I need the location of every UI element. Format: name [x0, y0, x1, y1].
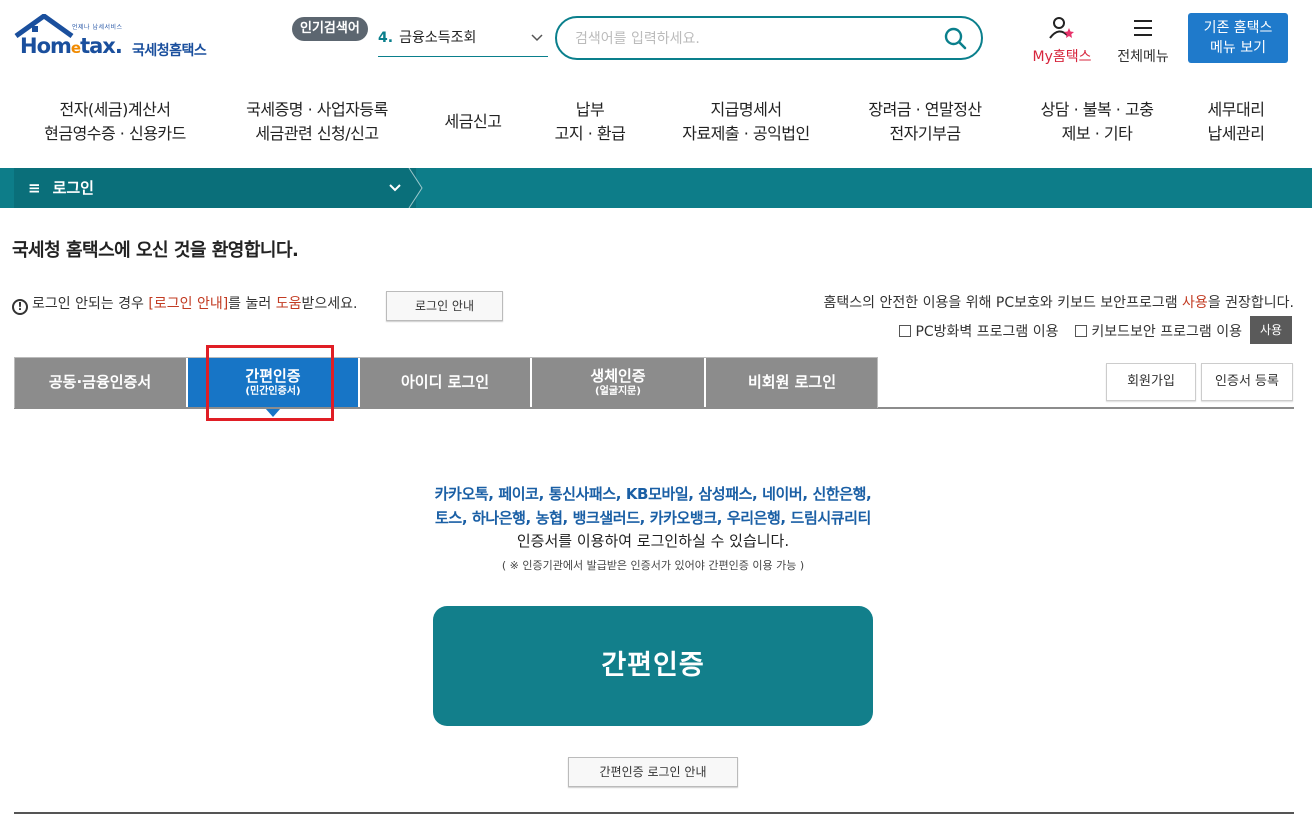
search-input[interactable] [575, 27, 925, 51]
popular-search-select[interactable]: 4. 금융소득조회 [378, 24, 548, 57]
chevron-down-icon [530, 24, 544, 63]
logo-brand: Hometax. [20, 34, 123, 58]
gnb-item-consulting[interactable]: 상담 · 불복 · 고충 제보 · 기타 [1024, 98, 1170, 146]
all-menu-button[interactable]: 전체메뉴 [1110, 16, 1176, 66]
gnb-item-payment[interactable]: 납부 고지 · 환급 [540, 98, 640, 146]
chevron-down-icon [388, 168, 402, 223]
simple-auth-button[interactable]: 간편인증 [433, 606, 873, 726]
popular-search-rank: 4. [378, 30, 394, 46]
annotation-highlight-box [206, 345, 334, 421]
logo-tagline: 언제나 납세서비스 [72, 24, 123, 31]
join-button[interactable]: 회원가입 [1106, 363, 1196, 401]
old-menu-button[interactable]: 기존 홈택스 메뉴 보기 [1188, 13, 1288, 63]
tab-id-login[interactable]: 아이디 로그인 [360, 357, 532, 408]
login-guide-link[interactable]: [로그인 안내] [148, 296, 228, 312]
top-header: 언제나 납세서비스 Hometax. 국세청홈택스 인기검색어 4. 금융소득조회… [0, 0, 1312, 80]
my-hometax-label: My홈택스 [1032, 49, 1092, 65]
exclamation-icon: ! [12, 299, 28, 315]
hamburger-icon [1134, 20, 1152, 36]
security-options: PC방화벽 프로그램 이용 키보드보안 프로그램 이용 [899, 321, 1242, 341]
use-security-button[interactable]: 사용 [1250, 316, 1292, 344]
tab-joint-certificate[interactable]: 공동·금융인증서 [14, 357, 188, 408]
keyboard-security-checkbox[interactable] [1075, 325, 1088, 337]
bottom-divider [14, 812, 1294, 814]
page-title: 국세청 홈택스에 오신 것을 환영합니다. [12, 240, 299, 261]
gnb-item-invoice[interactable]: 전자(세금)계산서 현금영수증 · 신용카드 [30, 98, 200, 146]
simple-auth-guide-button[interactable]: 간편인증 로그인 안내 [568, 757, 738, 787]
location-menu-label: 로그인 [52, 179, 94, 197]
user-star-icon [1049, 17, 1074, 39]
gnb-item-statement[interactable]: 지급명세서 자료제출 · 공익법인 [666, 98, 826, 146]
location-menu-dropdown[interactable]: ≡ 로그인 [14, 168, 416, 208]
firewall-checkbox[interactable] [899, 325, 912, 337]
login-guide-button[interactable]: 로그인 안내 [386, 291, 503, 321]
tab-biometric[interactable]: 생체인증 (얼굴지문) [532, 357, 706, 408]
firewall-label: PC방화벽 프로그램 이용 [915, 324, 1059, 340]
provider-list: 카카오톡, 페이코, 통신사패스, KB모바일, 삼성패스, 네이버, 신한은행… [434, 485, 872, 527]
all-menu-label: 전체메뉴 [1117, 49, 1169, 65]
login-description: 인증서를 이용하여 로그인하실 수 있습니다. [516, 532, 790, 550]
my-hometax-button[interactable]: My홈택스 [1026, 16, 1098, 66]
popular-search-term: 금융소득조회 [399, 30, 477, 46]
gnb-item-tax-filing[interactable]: 세금신고 [430, 110, 516, 134]
breadcrumb-arrow-icon [408, 168, 423, 208]
login-note: ( ※ 인증기관에서 발급받은 인증서가 있어야 간편인증 이용 가능 ) [501, 559, 805, 572]
popular-search-badge: 인기검색어 [292, 17, 368, 41]
gnb-item-certificate[interactable]: 국세증명 · 사업자등록 세금관련 신청/신고 [230, 98, 404, 146]
location-bar: ≡ 로그인 [0, 168, 1312, 208]
search-icon[interactable] [943, 26, 967, 50]
gnb-item-incentive[interactable]: 장려금 · 연말정산 전자기부금 [852, 98, 998, 146]
gnb-item-tax-agent[interactable]: 세무대리 납세관리 [1196, 98, 1276, 146]
logo-korean-name: 국세청홈택스 [132, 43, 207, 59]
login-notice: ! 로그인 안되는 경우 [로그인 안내]를 눌러 도움받으세요. [12, 293, 357, 315]
search-box [555, 16, 983, 60]
tab-guest-login[interactable]: 비회원 로그인 [706, 357, 878, 408]
cert-register-button[interactable]: 인증서 등록 [1201, 363, 1293, 401]
security-notice: 홈택스의 안전한 이용을 위해 PC보호와 키보드 보안프로그램 사용을 권장합… [823, 295, 1294, 311]
hometax-logo[interactable]: 언제나 납세서비스 Hometax. 국세청홈택스 [14, 14, 234, 66]
keyboard-security-label: 키보드보안 프로그램 이용 [1091, 324, 1242, 340]
global-navigation: 전자(세금)계산서 현금영수증 · 신용카드 국세증명 · 사업자등록 세금관련 신… [0, 90, 1312, 168]
menu-lines-icon: ≡ [28, 179, 41, 197]
